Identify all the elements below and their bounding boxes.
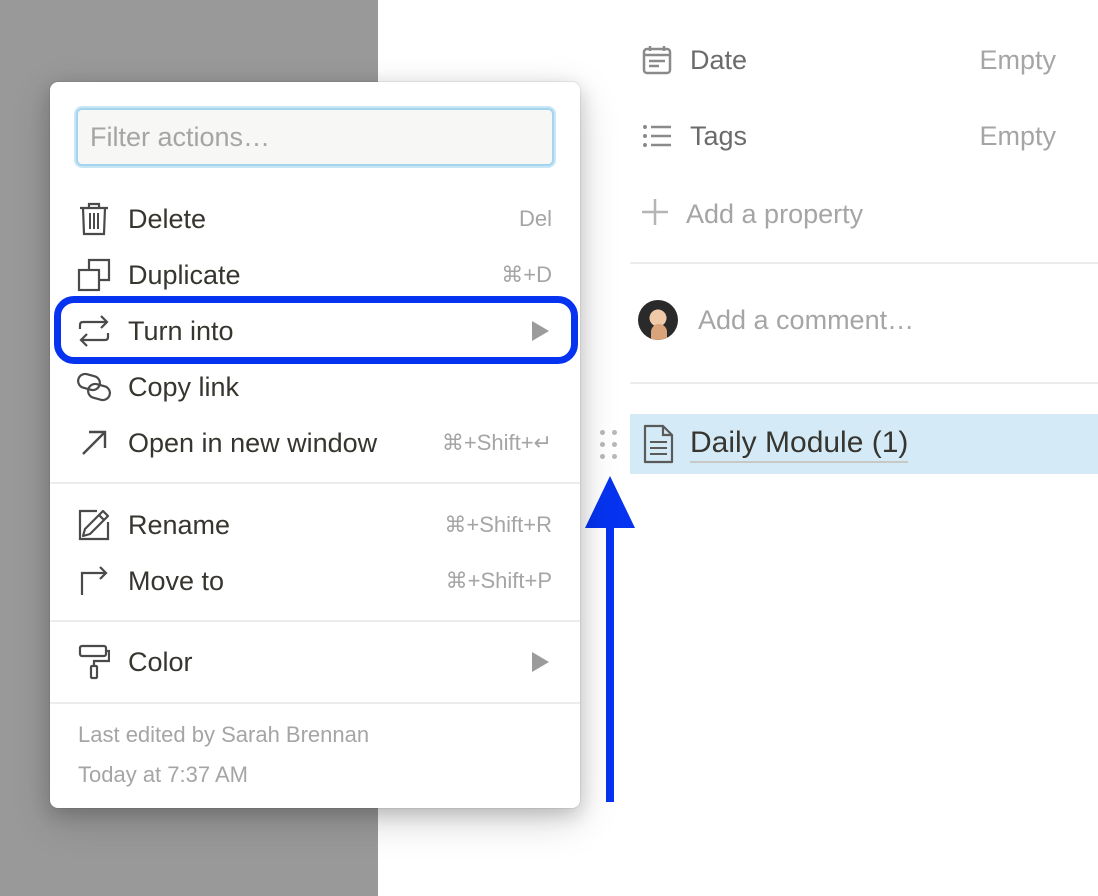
page-block-title[interactable]: Daily Module (1) [690,425,909,463]
menu-item-label: Duplicate [128,259,241,290]
menu-item-shortcut: ⌘+D [501,262,552,287]
last-edited-by: Last edited by Sarah Brennan [78,722,370,747]
filter-actions-field[interactable] [76,108,554,166]
paint-roller-icon [76,644,112,680]
divider [630,382,1098,384]
add-property-button[interactable]: Add a property [640,194,863,234]
duplicate-icon [76,257,112,293]
menu-item-label: Open in new window [128,427,378,458]
menu-divider [50,482,580,484]
page-icon [640,422,676,466]
menu-item-label: Copy link [128,371,240,402]
divider [630,262,1098,264]
add-property-label: Add a property [686,198,864,229]
plus-icon [640,197,670,232]
property-tags[interactable]: Tags Empty [640,116,1056,156]
menu-item-turn-into[interactable]: Turn into [50,303,580,359]
block-actions-menu: Delete Del Duplicate ⌘+D Turn into Copy … [50,82,580,808]
menu-item-shortcut: ⌘+Shift+P [445,568,552,593]
menu-item-label: Move to [128,565,225,596]
menu-item-shortcut: Del [518,206,552,231]
turn-into-icon [76,313,112,349]
page-block-selected[interactable]: Daily Module (1) [630,414,1098,474]
property-date[interactable]: Date Empty [640,40,1056,80]
menu-item-label: Color [128,646,193,677]
menu-item-duplicate[interactable]: Duplicate ⌘+D [50,247,580,303]
drag-handle-icon[interactable] [598,428,618,460]
annotation-arrow-icon [585,476,635,802]
comment-composer[interactable]: Add a comment… [638,298,914,342]
menu-item-delete[interactable]: Delete Del [50,191,580,247]
submenu-arrow-icon [532,321,549,341]
property-name: Date [690,44,748,75]
menu-item-label: Delete [128,203,207,234]
arrow-up-right-icon [76,425,112,461]
menu-item-open-in-new-window[interactable]: Open in new window ⌘+Shift+↵ [50,415,580,471]
menu-item-copy-link[interactable]: Copy link [50,359,580,415]
filter-actions-input[interactable] [78,110,552,164]
avatar [638,300,678,340]
menu-divider [50,620,580,622]
property-value[interactable]: Empty [979,45,1056,76]
menu-item-color[interactable]: Color [50,634,580,690]
property-name: Tags [690,120,748,151]
pencil-icon [76,507,112,543]
menu-item-move-to[interactable]: Move to ⌘+Shift+P [50,553,580,609]
last-edited-time: Today at 7:37 AM [78,762,248,787]
menu-divider [50,702,580,704]
list-icon [640,119,674,153]
calendar-icon [640,43,674,77]
comment-input[interactable]: Add a comment… [698,305,914,336]
menu-item-label: Turn into [128,315,234,346]
menu-item-label: Rename [128,509,231,540]
menu-item-shortcut: ⌘+Shift+R [444,512,552,537]
menu-item-shortcut: ⌘+Shift+↵ [441,430,552,455]
link-icon [76,369,112,405]
move-to-icon [76,563,112,599]
trash-icon [76,201,112,237]
property-value[interactable]: Empty [979,121,1056,152]
submenu-arrow-icon [532,652,549,672]
menu-item-rename[interactable]: Rename ⌘+Shift+R [50,497,580,553]
